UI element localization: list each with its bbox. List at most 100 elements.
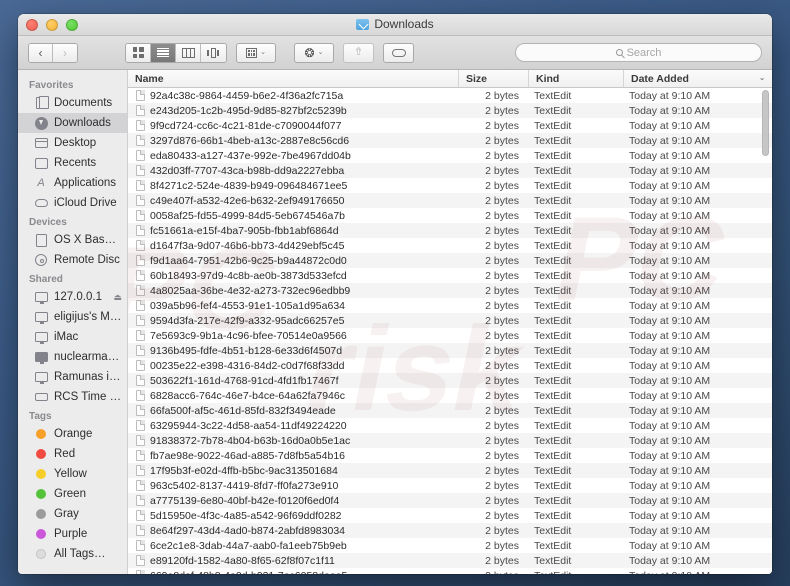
- action-gear-button[interactable]: ❂ ⌄: [294, 43, 334, 63]
- table-row[interactable]: d1647f3a-9d07-46b6-bb73-4d429ebf5c452 by…: [128, 238, 772, 253]
- file-kind-cell: TextEdit: [529, 330, 624, 342]
- table-row[interactable]: 503622f1-161d-4768-91cd-4fd1fb17467f2 by…: [128, 373, 772, 388]
- sidebar-item-gray[interactable]: Gray: [18, 504, 127, 524]
- text-file-icon: [136, 435, 145, 446]
- documents-icon: [36, 97, 46, 109]
- table-row[interactable]: 00235e22-e398-4316-84d2-c0d7f68f33dd2 by…: [128, 358, 772, 373]
- file-size-cell: 2 bytes: [459, 330, 529, 342]
- table-row[interactable]: e243d205-1c2b-495d-9d85-827bf2c5239b2 by…: [128, 103, 772, 118]
- table-row[interactable]: 9136b495-fdfe-4b51-b128-6e33d6f4507d2 by…: [128, 343, 772, 358]
- table-row[interactable]: 60b18493-97d9-4c8b-ae0b-3873d533efcd2 by…: [128, 268, 772, 283]
- table-row[interactable]: 0058af25-fd55-4999-84d5-5eb674546a7b2 by…: [128, 208, 772, 223]
- table-row[interactable]: 63295944-3c22-4d58-aa54-11df492242202 by…: [128, 418, 772, 433]
- table-row[interactable]: 963c5402-8137-4419-8fd7-ff0fa273e9102 by…: [128, 478, 772, 493]
- table-row[interactable]: fc51661a-e15f-4ba7-905b-fbb1abf6864d2 by…: [128, 223, 772, 238]
- sidebar-item-applications[interactable]: AApplications: [18, 173, 127, 193]
- sidebar-item-label: Yellow: [54, 468, 87, 480]
- tag-button[interactable]: [383, 43, 414, 63]
- table-row[interactable]: 039a5b96-fef4-4553-91e1-105a1d95a6342 by…: [128, 298, 772, 313]
- table-row[interactable]: fb7ae98e-9022-46ad-a885-7d8fb5a54b162 by…: [128, 448, 772, 463]
- sidebar-item-imac[interactable]: iMac: [18, 327, 127, 347]
- file-name-cell: e243d205-1c2b-495d-9d85-827bf2c5239b: [128, 105, 459, 117]
- share-button[interactable]: ⇮: [343, 43, 374, 63]
- file-kind-cell: TextEdit: [529, 105, 624, 117]
- table-row[interactable]: eda80433-a127-437e-992e-7be4967dd04b2 by…: [128, 148, 772, 163]
- table-row[interactable]: 669a8def-48b8-4e0d-b931-7ec6058deee52 by…: [128, 568, 772, 574]
- sidebar-item-recents[interactable]: Recents: [18, 153, 127, 173]
- sidebar-item-icloud-drive[interactable]: iCloud Drive: [18, 193, 127, 213]
- column-view-button[interactable]: [176, 44, 201, 62]
- file-name-cell: d1647f3a-9d07-46b6-bb73-4d429ebf5c45: [128, 240, 459, 252]
- sidebar-item-all-tags[interactable]: All Tags…: [18, 544, 127, 564]
- table-row[interactable]: 17f95b3f-e02d-4ffb-b5bc-9ac3135016842 by…: [128, 463, 772, 478]
- sidebar-item-yellow[interactable]: Yellow: [18, 464, 127, 484]
- file-name-label: 503622f1-161d-4768-91cd-4fd1fb17467f: [150, 375, 339, 387]
- table-row[interactable]: 8f4271c2-524e-4839-b949-096484671ee52 by…: [128, 178, 772, 193]
- search-placeholder: Search: [627, 47, 662, 59]
- file-name-label: 5d15950e-4f3c-4a85-a542-96f69ddf0282: [150, 510, 342, 522]
- monitor-icon: [35, 312, 48, 322]
- table-row[interactable]: f9d1aa64-7951-42b6-9c25-b9a44872c0d02 by…: [128, 253, 772, 268]
- gallery-view-button[interactable]: [201, 44, 226, 62]
- table-row[interactable]: c49e407f-a532-42e6-b632-2ef9491766502 by…: [128, 193, 772, 208]
- window-titlebar[interactable]: Downloads: [18, 14, 772, 36]
- table-row[interactable]: 8e64f297-43d4-4ad0-b874-2abfd89830342 by…: [128, 523, 772, 538]
- scrollbar-thumb[interactable]: [762, 90, 769, 156]
- sidebar-item-nuclearmach[interactable]: nuclearmach…: [18, 347, 127, 367]
- icon-view-button[interactable]: [126, 44, 151, 62]
- sidebar-item-purple[interactable]: Purple: [18, 524, 127, 544]
- file-name-cell: fc51661a-e15f-4ba7-905b-fbb1abf6864d: [128, 225, 459, 237]
- sidebar-item-documents[interactable]: Documents: [18, 93, 127, 113]
- column-header-size[interactable]: Size: [459, 70, 529, 87]
- back-button[interactable]: ‹: [29, 44, 53, 62]
- table-row[interactable]: a7775139-6e80-40bf-b42e-f0120f6ed0f42 by…: [128, 493, 772, 508]
- sidebar-item-label: 127.0.0.1: [54, 291, 102, 303]
- file-size-cell: 2 bytes: [459, 390, 529, 402]
- table-row[interactable]: 91838372-7b78-4b04-b63b-16d0a0b5e1ac2 by…: [128, 433, 772, 448]
- table-row[interactable]: 4a8025aa-36be-4e32-a273-732ec96edbb92 by…: [128, 283, 772, 298]
- eject-icon[interactable]: ⏏: [113, 292, 122, 303]
- column-header-kind[interactable]: Kind: [529, 70, 624, 87]
- text-file-icon: [136, 150, 145, 161]
- table-row[interactable]: 6ce2c1e8-3dab-44a7-aab0-fa1eeb75b9eb2 by…: [128, 538, 772, 553]
- table-row[interactable]: 9f9cd724-cc6c-4c21-81de-c7090044f0772 by…: [128, 118, 772, 133]
- file-name-label: 9f9cd724-cc6c-4c21-81de-c7090044f077: [150, 120, 341, 132]
- file-size-cell: 2 bytes: [459, 345, 529, 357]
- search-input[interactable]: Search: [515, 43, 762, 62]
- vertical-scrollbar[interactable]: [762, 90, 770, 572]
- table-row[interactable]: e89120fd-1582-4a80-8f65-62f8f07c1f112 by…: [128, 553, 772, 568]
- table-row[interactable]: 9594d3fa-217e-42f9-a332-95adc66257e52 by…: [128, 313, 772, 328]
- forward-button[interactable]: ›: [53, 44, 77, 62]
- tag-dot-icon: [36, 449, 46, 459]
- sidebar-item-rcs-time-ca[interactable]: RCS Time Ca…: [18, 387, 127, 407]
- table-row[interactable]: 7e5693c9-9b1a-4c96-bfee-70514e0a95662 by…: [128, 328, 772, 343]
- table-row[interactable]: 92a4c38c-9864-4459-b6e2-4f36a2fc715a2 by…: [128, 88, 772, 103]
- monitor-icon-wrap: [34, 330, 48, 344]
- table-row[interactable]: 3297d876-66b1-4beb-a13c-2887e8c56cd62 by…: [128, 133, 772, 148]
- file-date-cell: Today at 9:10 AM: [624, 165, 772, 177]
- tag-dot-icon-wrap: [34, 467, 48, 481]
- column-header-date-added[interactable]: Date Added ⌄: [624, 70, 772, 87]
- sidebar-item-red[interactable]: Red: [18, 444, 127, 464]
- sidebar-item-downloads[interactable]: Downloads: [18, 113, 127, 133]
- sidebar-item-eligijus-s-ma[interactable]: eligijus's Ma…: [18, 307, 127, 327]
- sidebar-item-os-x-base-s[interactable]: OS X Base S…: [18, 230, 127, 250]
- arrange-button[interactable]: ⌄: [236, 43, 276, 63]
- sidebar-item-ramunas-im[interactable]: Ramunas iM…: [18, 367, 127, 387]
- table-row[interactable]: 66fa500f-af5c-461d-85fd-832f3494eade2 by…: [128, 403, 772, 418]
- file-kind-cell: TextEdit: [529, 240, 624, 252]
- sidebar-item-remote-disc[interactable]: Remote Disc: [18, 250, 127, 270]
- file-name-cell: 91838372-7b78-4b04-b63b-16d0a0b5e1ac: [128, 435, 459, 447]
- sidebar-item-orange[interactable]: Orange: [18, 424, 127, 444]
- sidebar-item-127-0-0-1[interactable]: 127.0.0.1 ⏏: [18, 287, 127, 307]
- table-row[interactable]: 6828acc6-764c-46e7-b4ce-64a62fa7946c2 by…: [128, 388, 772, 403]
- column-header-name[interactable]: Name: [128, 70, 459, 87]
- table-row[interactable]: 5d15950e-4f3c-4a85-a542-96f69ddf02822 by…: [128, 508, 772, 523]
- file-rows[interactable]: 92a4c38c-9864-4459-b6e2-4f36a2fc715a2 by…: [128, 88, 772, 574]
- sidebar-item-desktop[interactable]: Desktop: [18, 133, 127, 153]
- tag-dot-icon-wrap: [34, 447, 48, 461]
- table-row[interactable]: 432d03ff-7707-43ca-b98b-dd9a2227ebba2 by…: [128, 163, 772, 178]
- monitor-filled-icon-wrap: [34, 350, 48, 364]
- list-view-button[interactable]: [151, 44, 176, 62]
- sidebar-item-green[interactable]: Green: [18, 484, 127, 504]
